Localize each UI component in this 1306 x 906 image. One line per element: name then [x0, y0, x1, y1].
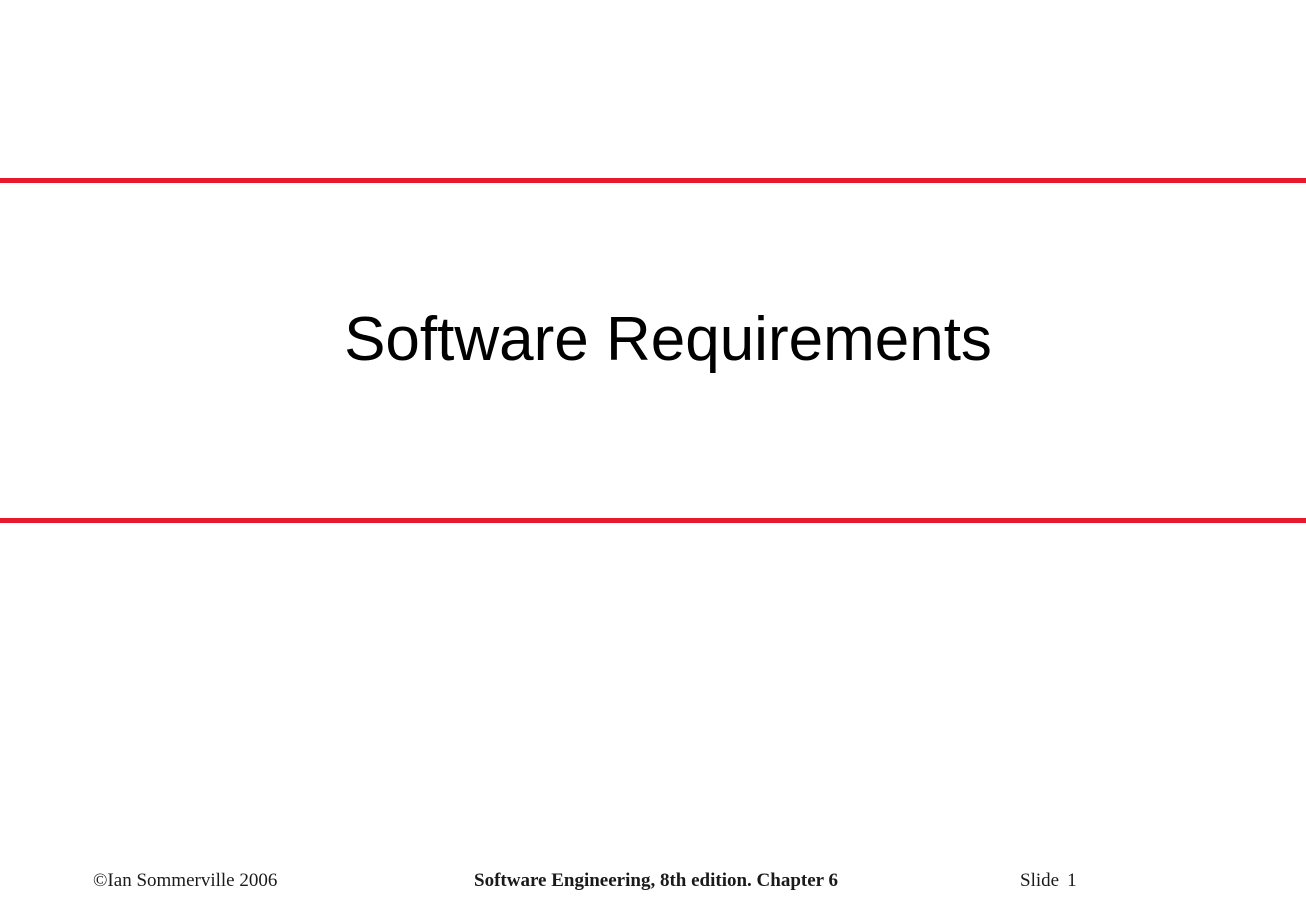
slide-label: Slide: [1020, 870, 1060, 891]
slide: Software Requirements ©Ian Sommerville 2…: [0, 0, 1306, 906]
slide-number: 1: [1067, 870, 1077, 891]
slide-title: Software Requirements: [344, 305, 992, 374]
footer-copyright: ©Ian Sommerville 2006: [93, 870, 278, 891]
top-rule: [0, 178, 1306, 183]
footer-book-title: Software Engineering, 8th edition. Chapt…: [474, 870, 838, 891]
bottom-rule: [0, 518, 1306, 523]
footer-slide-number: Slide 1: [1020, 870, 1077, 892]
